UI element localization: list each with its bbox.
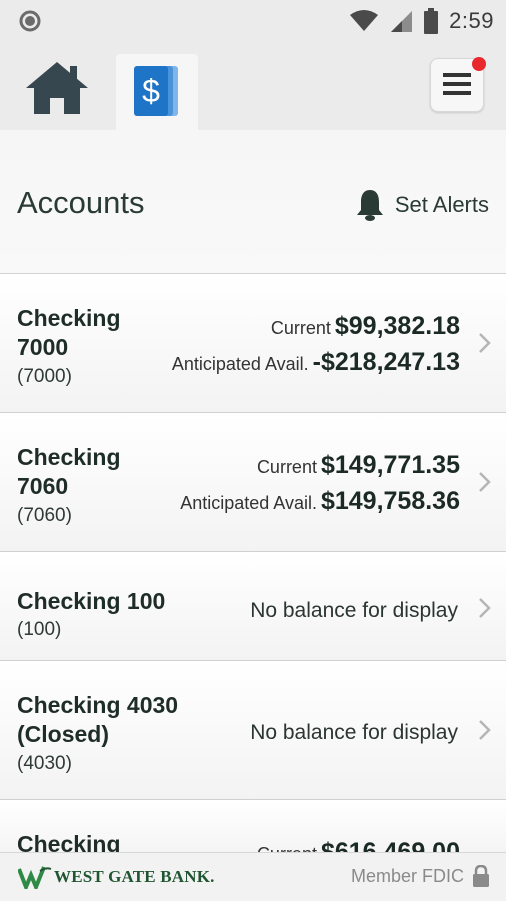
- account-name-line1: Checking 4030: [17, 692, 179, 718]
- no-balance-text: No balance for display: [250, 599, 458, 622]
- account-name-line1: Checking: [17, 444, 121, 470]
- menu-button[interactable]: [430, 57, 486, 112]
- account-row[interactable]: Checking 100 (100) No balance for displa…: [0, 552, 506, 661]
- anticipated-value: -$218,247.13: [312, 348, 460, 376]
- status-dot-icon: [19, 10, 41, 32]
- account-name: Checking 100: [17, 587, 217, 616]
- tab-home[interactable]: [22, 58, 92, 118]
- chevron-right-icon: [479, 720, 491, 740]
- chevron-right-icon: [479, 598, 491, 618]
- anticipated-balance: Anticipated Avail. -$218,247.13: [172, 348, 460, 377]
- svg-text:$: $: [142, 73, 160, 109]
- account-name-line2: (Closed): [17, 721, 109, 747]
- status-time: 2:59: [449, 8, 494, 33]
- account-row[interactable]: Checking 4030 (Closed) (4030) No balance…: [0, 661, 506, 800]
- no-balance-text: No balance for display: [250, 721, 458, 744]
- current-label: Current: [270, 318, 331, 338]
- anticipated-label: Anticipated Avail.: [171, 354, 309, 374]
- battery-icon: [424, 8, 439, 34]
- account-name: Checking 4030 (Closed): [17, 691, 217, 749]
- member-fdic: Member FDIC: [351, 865, 490, 887]
- chevron-right-icon: [479, 333, 491, 353]
- set-alerts-label: Set Alerts: [394, 192, 489, 217]
- fdic-label: Member FDIC: [350, 865, 464, 886]
- account-number: (100): [17, 619, 62, 640]
- tab-bar: $: [0, 42, 506, 130]
- signal-icon: [391, 11, 413, 32]
- account-number: (4030): [17, 753, 72, 774]
- set-alerts-button[interactable]: Set Alerts: [355, 185, 489, 225]
- bell-icon: [356, 190, 383, 221]
- bank-logo: WEST GATE BANK.: [18, 865, 215, 889]
- current-value: $99,382.18: [334, 312, 460, 340]
- chevron-right-icon: [479, 472, 491, 492]
- anticipated-balance: Anticipated Avail. $149,758.36: [180, 487, 460, 516]
- account-row[interactable]: Checking 7000 (7000) Current $99,382.18 …: [0, 274, 506, 413]
- account-name-line1: Checking 100: [17, 588, 166, 614]
- account-name-line2: 7000: [17, 334, 69, 360]
- account-number: (7000): [17, 366, 72, 387]
- footer: WEST GATE BANK. Member FDIC: [0, 852, 506, 901]
- account-row[interactable]: Checking Current $616,469.00: [0, 800, 506, 866]
- hamburger-menu-icon: [443, 73, 471, 95]
- account-list: Checking 7000 (7000) Current $99,382.18 …: [0, 274, 506, 866]
- current-balance: Current $149,771.35: [257, 451, 460, 480]
- status-bar: 2:59: [0, 0, 506, 42]
- account-name: Checking 7060: [17, 443, 147, 501]
- account-name: Checking 7000: [17, 304, 147, 362]
- account-row[interactable]: Checking 7060 (7060) Current $149,771.35…: [0, 413, 506, 552]
- account-name-line1: Checking: [17, 305, 121, 331]
- page-title: Accounts: [17, 185, 145, 220]
- anticipated-value: $149,758.36: [320, 487, 460, 515]
- wifi-icon: [350, 10, 379, 31]
- tab-accounts[interactable]: $: [116, 54, 198, 130]
- anticipated-label: Anticipated Avail.: [180, 493, 317, 513]
- accounts-header: Accounts Set Alerts: [0, 130, 506, 274]
- current-value: $149,771.35: [320, 451, 460, 479]
- account-name-line2: 7060: [17, 473, 69, 499]
- dollar-cards-icon: $: [134, 66, 178, 116]
- home-icon: [26, 62, 88, 114]
- west-gate-logo-icon: [18, 866, 52, 889]
- current-label: Current: [256, 457, 317, 477]
- account-number: (7060): [17, 505, 72, 526]
- notification-dot: [472, 57, 486, 71]
- lock-icon: [473, 865, 489, 887]
- current-balance: Current $99,382.18: [271, 312, 460, 341]
- bank-name: WEST GATE BANK.: [54, 867, 215, 886]
